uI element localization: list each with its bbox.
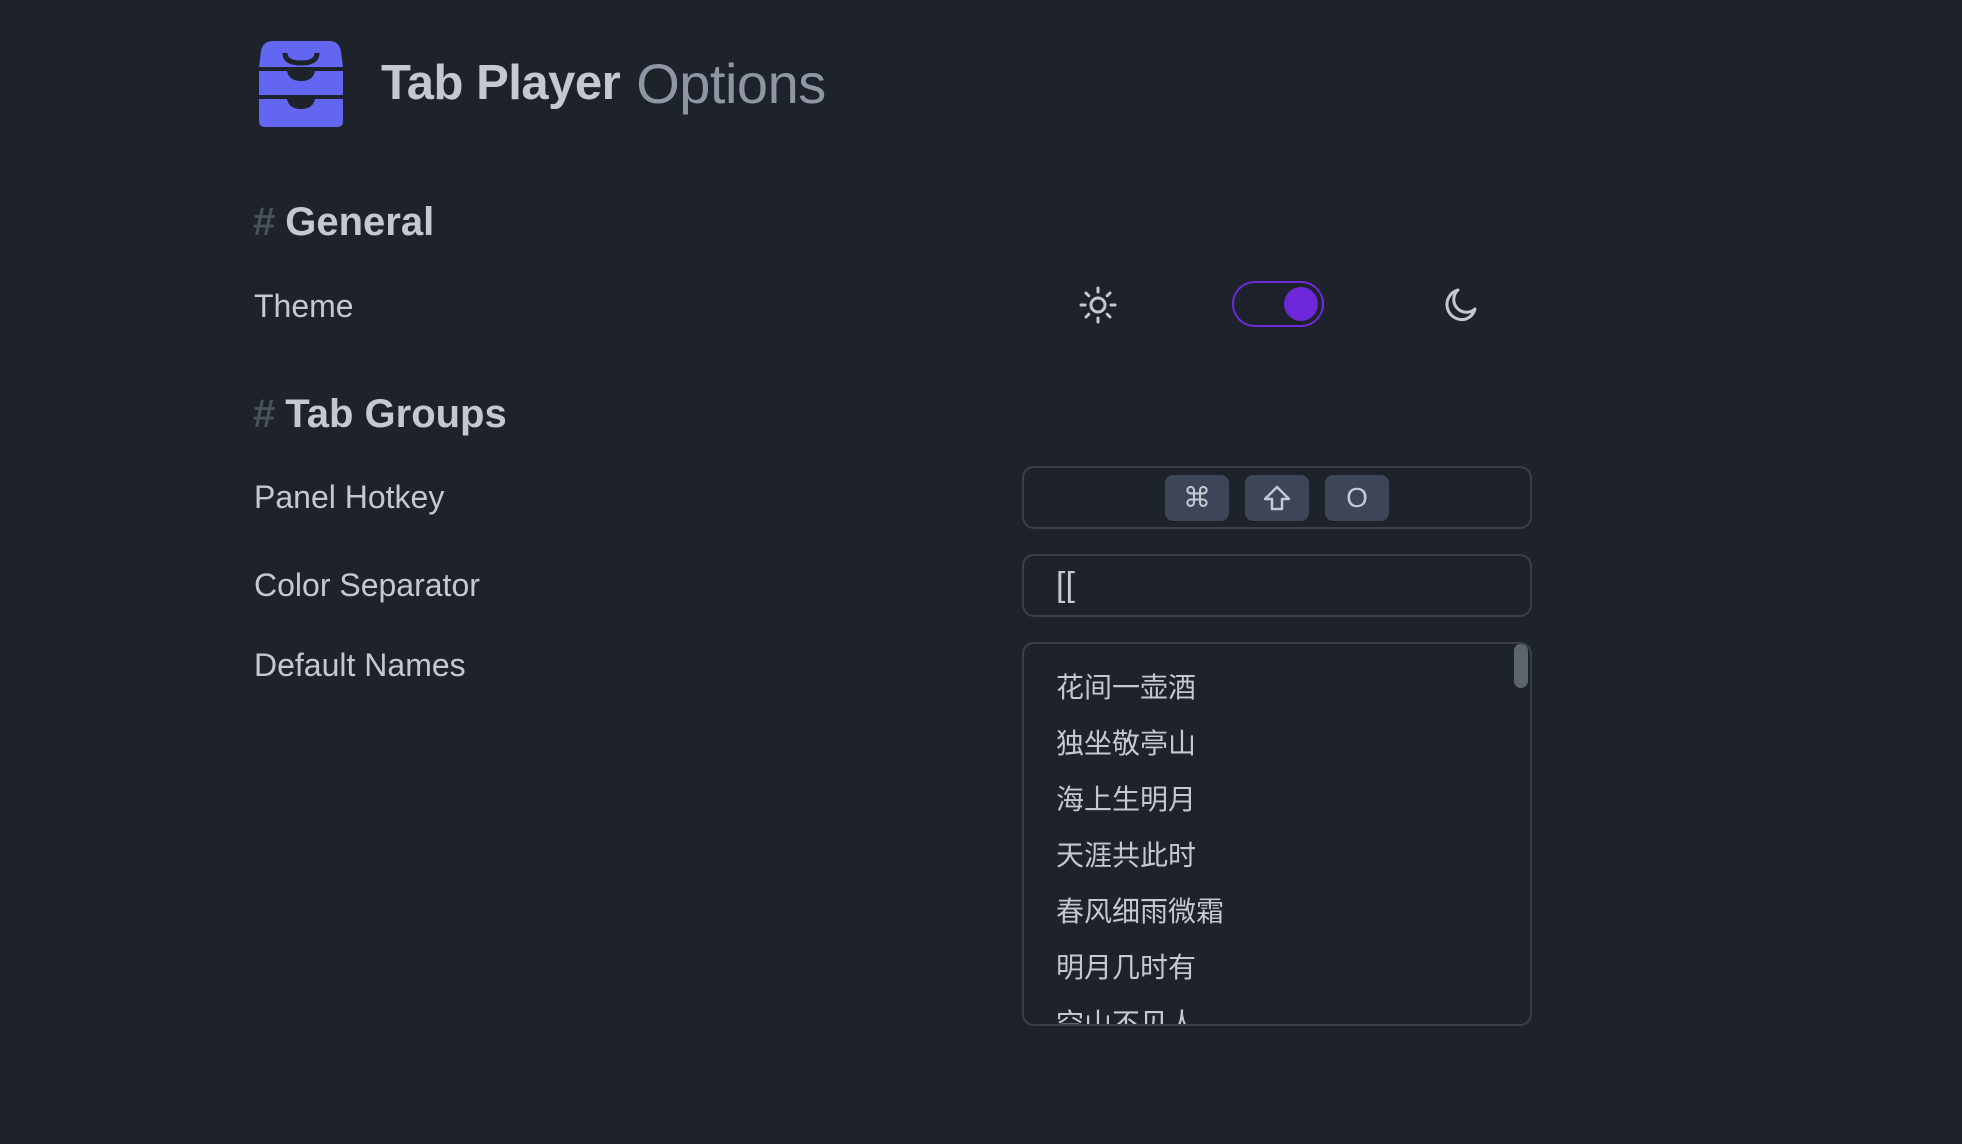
sun-icon[interactable] (1078, 285, 1118, 325)
section-title-tab-groups: Tab Groups (285, 391, 507, 436)
list-item: 春风细雨微霜 (1056, 895, 1225, 928)
options-page: Tab Player Options # General Theme # Tab… (0, 0, 1962, 1144)
panel-hotkey-label: Panel Hotkey (254, 479, 445, 515)
header: Tab Player Options (255, 36, 826, 130)
shift-key (1245, 474, 1309, 521)
theme-controls (1070, 275, 1490, 335)
inbox-tray-icon (255, 37, 347, 129)
app-subtitle: Options (636, 51, 826, 115)
scrollbar-thumb[interactable] (1514, 644, 1528, 688)
color-separator-input[interactable] (1056, 566, 1498, 605)
hotkey-recorder[interactable]: ⌘ O (1022, 466, 1532, 529)
list-item: 明月几时有 (1056, 951, 1197, 984)
list-item: 花间一壶酒 (1056, 671, 1197, 704)
color-separator-label: Color Separator (254, 567, 480, 603)
default-names-textarea[interactable]: 花间一壶酒 独坐敬亭山 海上生明月 天涯共此时 春风细雨微霜 明月几时有 空山不… (1022, 642, 1532, 1026)
color-separator-field (1022, 554, 1532, 617)
app-title: Tab Player (381, 56, 621, 110)
list-item: 空山不见人 (1056, 1007, 1197, 1026)
theme-toggle[interactable] (1232, 281, 1324, 327)
shift-icon (1262, 483, 1292, 513)
list-item: 天涯共此时 (1056, 839, 1197, 872)
list-item: 独坐敬亭山 (1056, 727, 1197, 760)
list-item: 海上生明月 (1056, 783, 1197, 816)
moon-icon[interactable] (1440, 285, 1480, 325)
command-key: ⌘ (1165, 474, 1229, 521)
theme-label: Theme (254, 288, 354, 324)
section-heading-general: # General (253, 194, 434, 250)
default-names-list: 花间一壶酒 独坐敬亭山 海上生明月 天涯共此时 春风细雨微霜 明月几时有 空山不… (1056, 666, 1500, 1026)
hash-mark: # (253, 199, 276, 244)
section-heading-tab-groups: # Tab Groups (253, 386, 507, 442)
default-names-label: Default Names (254, 647, 466, 683)
section-title-general: General (285, 199, 435, 244)
hash-mark: # (253, 391, 276, 436)
o-key: O (1325, 474, 1389, 521)
toggle-knob (1284, 287, 1318, 321)
